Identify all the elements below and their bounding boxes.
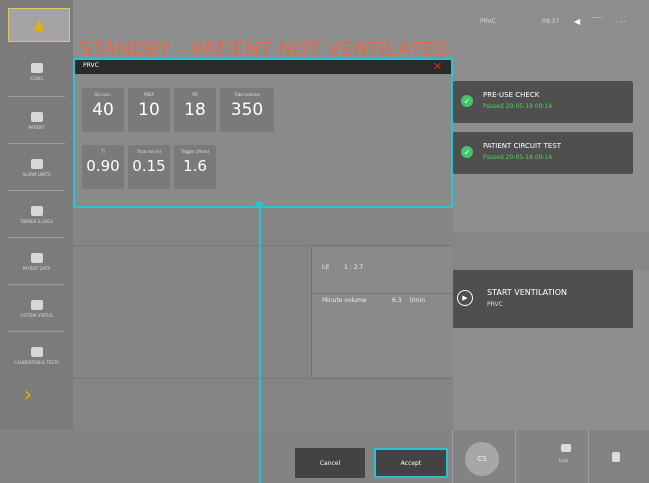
patient-icon — [30, 112, 43, 122]
divider — [452, 430, 453, 483]
cancel-button[interactable]: Cancel — [295, 448, 365, 478]
start-mode: PRVC — [487, 301, 503, 308]
popup-header: PRVC ✕ — [75, 60, 451, 74]
sidebar-item-icons[interactable]: ICONS — [0, 50, 73, 94]
check-icon: ✓ — [461, 146, 473, 158]
minute-volume-value: 6.3 — [392, 297, 402, 304]
check-status: Passed 20-05-18 09:14 — [483, 103, 553, 110]
clock: 09:37 — [542, 18, 560, 25]
patient-circuit-test-card[interactable]: ✓ PATIENT CIRCUIT TEST Passed 20-05-18 0… — [453, 132, 633, 174]
check-title: PRE-USE CHECK — [483, 91, 540, 99]
param-label: Tidal volume — [234, 92, 260, 97]
param-label: Trigger (l/min) — [180, 149, 210, 154]
minute-volume-label: Minute volume — [322, 297, 367, 304]
param-value: 1.6 — [183, 157, 207, 175]
param-trigger[interactable]: Trigger (l/min) 1.6 — [174, 145, 216, 189]
settings-icon — [30, 63, 43, 73]
trends-icon — [30, 206, 43, 216]
ratio-panel: I:E 1 : 2.7 Minute volume 6.3 l/min — [311, 247, 454, 377]
param-o2-conc[interactable]: O2 conc. 40 — [82, 88, 124, 132]
callout-dot — [255, 201, 263, 209]
param-value: 10 — [138, 100, 160, 120]
page-title: STANDBY - PATIENT NOT VENTILATED — [80, 38, 450, 60]
param-label: O2 conc. — [94, 92, 112, 97]
system-status-icon — [30, 300, 43, 310]
sidebar-item-label: ICONS — [30, 76, 43, 81]
status-bar — [73, 0, 649, 28]
minute-volume-unit: l/min — [410, 297, 426, 304]
divider — [515, 430, 516, 483]
sidebar-item-label: ALARM LIMITS — [22, 172, 51, 177]
param-label: RR — [192, 92, 198, 97]
divider — [8, 96, 65, 97]
divider — [73, 245, 453, 246]
sidebar-item-system-status[interactable]: SYSTEM STATUS — [0, 287, 73, 331]
param-label: Trise rise (s) — [136, 149, 162, 154]
sidebar-item-alarm-limits[interactable]: ALARM LIMITS — [0, 146, 73, 190]
start-title: START VENTILATION — [487, 288, 567, 297]
divider — [8, 190, 65, 191]
lock-button[interactable]: Lock — [545, 430, 589, 483]
param-label: Ti — [101, 149, 105, 154]
calibration-icon — [30, 347, 43, 357]
callout-line — [259, 205, 261, 483]
divider — [8, 237, 65, 238]
sidebar-item-label: PATIENT DATA — [22, 266, 51, 271]
status-indicator: ----- — [592, 14, 603, 21]
start-ventilation-button[interactable]: ▶ START VENTILATION PRVC — [453, 270, 633, 328]
sidebar-item-patient-data[interactable]: PATIENT DATA — [0, 240, 73, 284]
ie-label: I:E — [322, 264, 330, 271]
lock-label: Lock — [559, 458, 569, 463]
divider — [312, 293, 454, 294]
alarm-bell-button[interactable]: ▲ — [8, 8, 70, 42]
divider — [588, 430, 589, 483]
alarm-bell-icon: ▲ — [33, 17, 45, 33]
ie-value: 1 : 2.7 — [344, 264, 364, 271]
sidebar-item-trends[interactable]: TRENDS & LOGS — [0, 193, 73, 237]
chevron-right-icon[interactable]: › — [24, 382, 42, 408]
divider — [8, 331, 65, 332]
divider — [8, 143, 65, 144]
close-icon[interactable]: ✕ — [433, 60, 442, 73]
param-value: 0.15 — [132, 157, 166, 175]
popup-title: PRVC — [83, 62, 99, 69]
padlock-icon[interactable] — [612, 452, 620, 462]
check-status: Passed 20-05-18 09:14 — [483, 154, 553, 161]
divider — [73, 378, 453, 379]
settings-popup: PRVC ✕ O2 conc. 40 PEEP 10 RR 18 Tidal v… — [73, 58, 453, 208]
pre-use-check-card[interactable]: ✓ PRE-USE CHECK Passed 20-05-18 09:14 — [453, 81, 633, 123]
param-rr[interactable]: RR 18 — [174, 88, 216, 132]
sidebar-item-label: TRENDS & LOGS — [20, 219, 53, 224]
play-icon: ▶ — [457, 290, 473, 306]
accept-button[interactable]: Accept — [374, 448, 448, 478]
circle-button[interactable]: CS — [465, 442, 499, 476]
lock-icon — [561, 444, 571, 452]
check-title: PATIENT CIRCUIT TEST — [483, 142, 561, 150]
sidebar-item-label: CALIBRATION & TESTS — [14, 360, 59, 365]
param-trise[interactable]: Trise rise (s) 0.15 — [128, 145, 170, 189]
sidebar-item-patient[interactable]: PATIENT — [0, 99, 73, 143]
param-label: PEEP — [144, 92, 154, 97]
param-value: 350 — [230, 100, 264, 120]
sidebar-item-label: PATIENT — [28, 125, 45, 130]
speaker-icon[interactable]: ◀ — [574, 17, 580, 26]
check-icon: ✓ — [461, 95, 473, 107]
param-value: 18 — [184, 100, 206, 120]
param-value: 40 — [92, 100, 114, 120]
sidebar-item-calibration[interactable]: CALIBRATION & TESTS — [0, 334, 73, 378]
patient-data-icon — [30, 253, 43, 263]
param-value: 0.90 — [86, 157, 120, 175]
start-band — [453, 232, 649, 270]
sidebar-item-label: SYSTEM STATUS — [20, 313, 53, 318]
param-ti[interactable]: Ti 0.90 — [82, 145, 124, 189]
divider — [8, 284, 65, 285]
param-peep[interactable]: PEEP 10 — [128, 88, 170, 132]
status-indicator: - - - — [616, 18, 627, 25]
alarm-limits-icon — [30, 159, 43, 169]
param-tidal-volume[interactable]: Tidal volume 350 — [220, 88, 274, 132]
mode-indicator: PRVC — [480, 18, 496, 25]
